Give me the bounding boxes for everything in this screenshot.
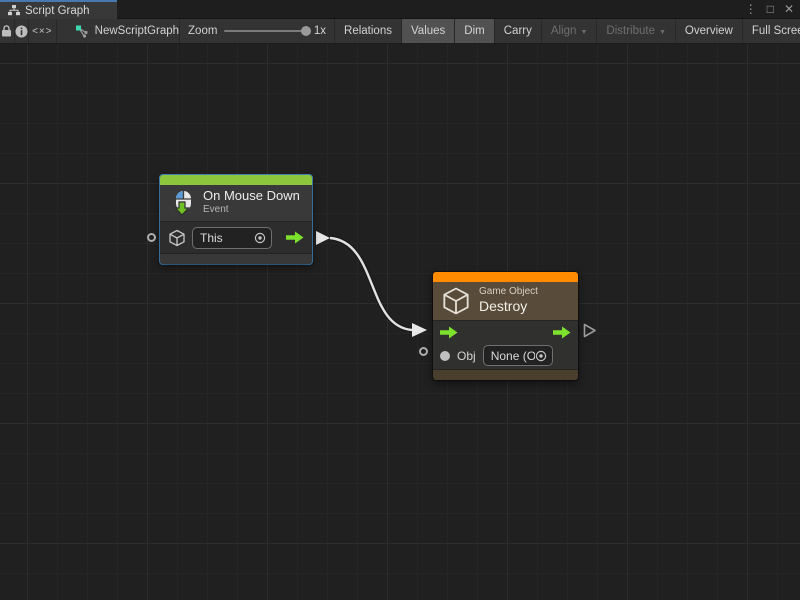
target-input-ring-port[interactable] <box>147 233 156 242</box>
obj-field-value: None (O <box>491 349 535 363</box>
flow-output-port[interactable] <box>553 326 571 339</box>
info-button[interactable] <box>15 19 30 43</box>
object-picker-icon[interactable] <box>535 350 547 362</box>
lock-icon <box>1 25 12 37</box>
tab-title: Script Graph <box>25 5 90 17</box>
node-header: On Mouse Down Event <box>160 185 312 221</box>
kebab-menu-icon[interactable]: ⋮ <box>745 0 757 19</box>
target-field-value: This <box>200 231 223 245</box>
obj-input-ring-port[interactable] <box>419 347 428 356</box>
node-on-mouse-down[interactable]: On Mouse Down Event This <box>160 175 312 264</box>
node-body: This <box>160 221 312 253</box>
align-label: Align <box>551 25 577 37</box>
unit-color-bar <box>433 272 578 282</box>
close-icon[interactable]: ✕ <box>784 0 794 19</box>
info-icon <box>15 25 28 38</box>
zoom-value: 1x <box>314 25 326 37</box>
zoom-control: Zoom 1x <box>180 19 335 43</box>
node-title: On Mouse Down <box>203 188 300 204</box>
zoom-slider[interactable] <box>224 30 306 32</box>
tab-script-graph[interactable]: Script Graph <box>0 0 117 19</box>
mouse-down-event-icon <box>168 189 195 216</box>
node-subtitle: Event <box>203 204 300 217</box>
node-footer <box>160 253 312 264</box>
object-value-port[interactable] <box>440 351 450 361</box>
relations-button[interactable]: Relations <box>335 19 402 43</box>
graph-hierarchy-icon <box>8 5 20 16</box>
obj-object-field[interactable]: None (O <box>483 345 553 366</box>
edit-code-button[interactable]: <×> <box>29 19 57 43</box>
graph-canvas[interactable]: On Mouse Down Event This <box>0 44 800 600</box>
node-body: Obj None (O <box>433 320 578 369</box>
wire-start-arrow <box>316 231 330 245</box>
event-color-bar <box>160 175 312 185</box>
fullscreen-button[interactable]: Full Screen <box>743 19 800 43</box>
node-footer <box>433 369 578 380</box>
object-picker-icon[interactable] <box>254 232 266 244</box>
node-category: Game Object <box>479 286 538 299</box>
flow-input-port[interactable] <box>440 326 458 339</box>
window-controls: ⋮ □ ✕ <box>745 0 794 19</box>
game-object-cube-icon <box>441 286 471 316</box>
graph-name-label: NewScriptGraph <box>95 25 179 37</box>
graph-toolbar: <×> NewScriptGraph Zoom 1x Relations Val… <box>0 19 800 44</box>
zoom-slider-handle[interactable] <box>301 26 311 36</box>
chevron-down-icon: ▼ <box>659 29 666 36</box>
align-dropdown[interactable]: Align ▼ <box>542 19 598 43</box>
target-object-field[interactable]: This <box>192 227 272 249</box>
wire-end-arrow <box>412 323 427 337</box>
code-icon: <×> <box>32 26 53 37</box>
flow-continue-port[interactable] <box>583 323 597 338</box>
script-graph-window: Script Graph ⋮ □ ✕ <box>0 0 800 600</box>
lock-button[interactable] <box>0 19 15 43</box>
distribute-label: Distribute <box>606 25 655 37</box>
node-title: Destroy <box>479 298 538 316</box>
graph-asset-button[interactable]: NewScriptGraph <box>57 19 180 43</box>
game-object-cube-icon <box>168 229 186 247</box>
overview-button[interactable]: Overview <box>676 19 743 43</box>
distribute-dropdown[interactable]: Distribute ▼ <box>597 19 676 43</box>
node-header: Game Object Destroy <box>433 282 578 320</box>
maximize-icon[interactable]: □ <box>767 0 774 19</box>
flow-connection-wire <box>0 44 800 600</box>
tab-strip: Script Graph ⋮ □ ✕ <box>0 0 800 19</box>
script-graph-asset-icon <box>75 25 89 38</box>
obj-param-label: Obj <box>457 349 476 363</box>
node-destroy[interactable]: Game Object Destroy <box>433 272 578 380</box>
chevron-down-icon: ▼ <box>580 29 587 36</box>
values-button[interactable]: Values <box>402 19 455 43</box>
zoom-label: Zoom <box>188 25 217 37</box>
dim-button[interactable]: Dim <box>455 19 494 43</box>
carry-button[interactable]: Carry <box>495 19 542 43</box>
flow-output-port[interactable] <box>286 231 304 244</box>
